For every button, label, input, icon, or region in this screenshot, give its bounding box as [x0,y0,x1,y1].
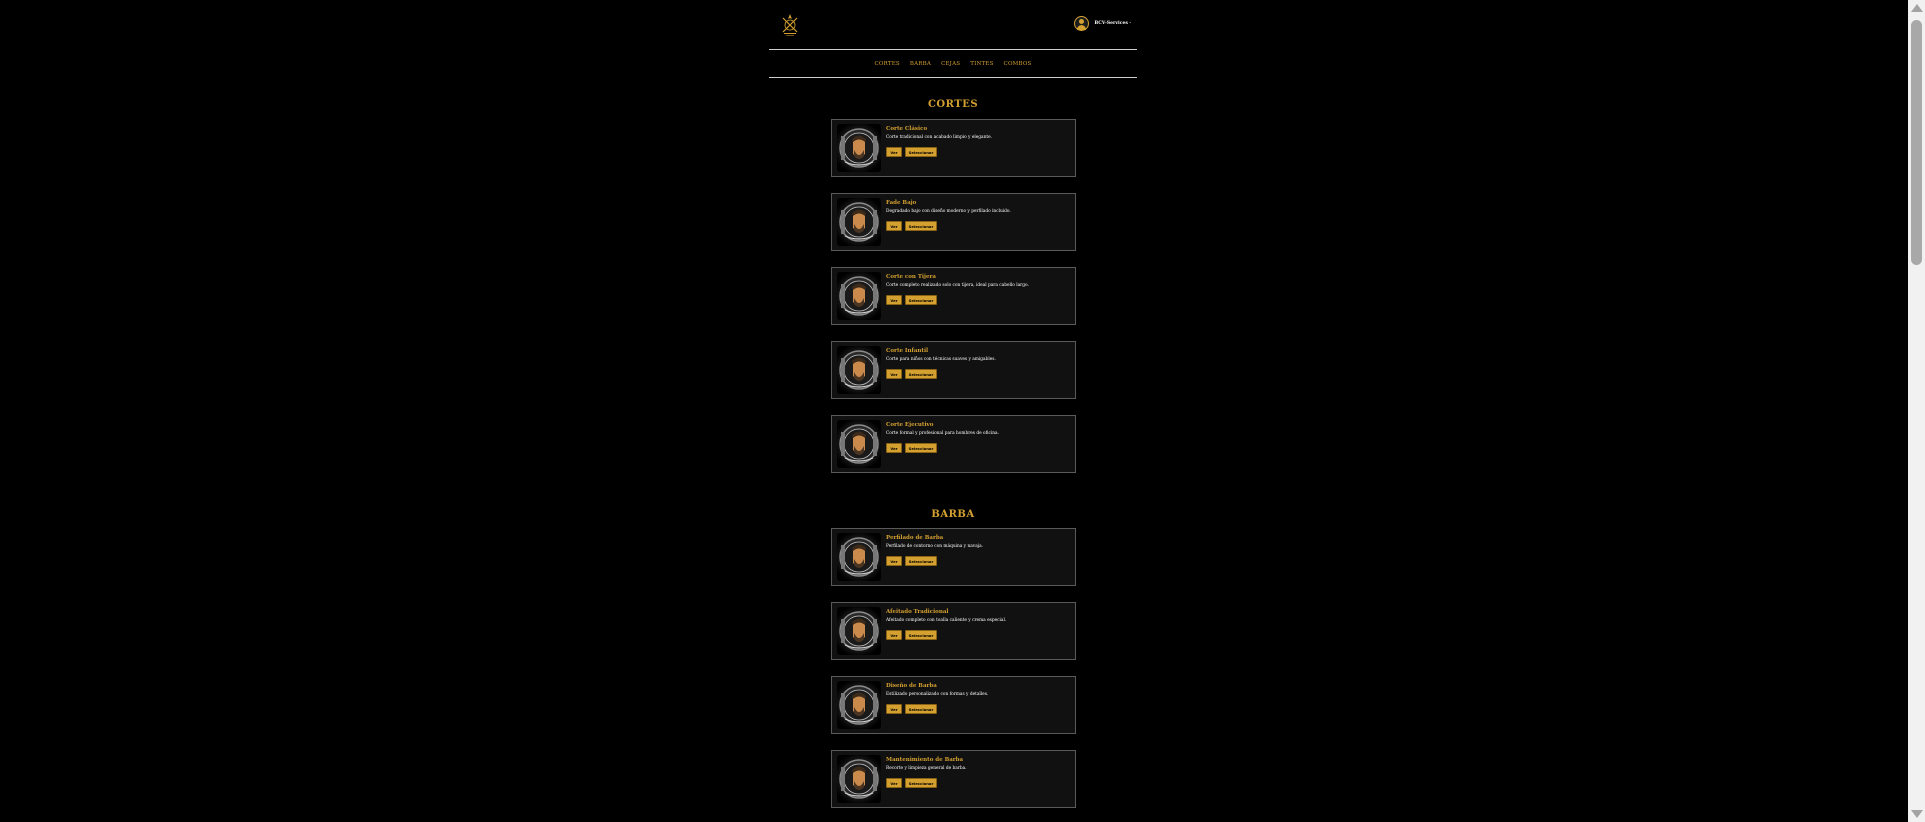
select-button[interactable]: Seleccionar [905,147,937,157]
category-nav: CORTES BARBA CEJAS TINTES COMBOS [769,50,1137,78]
service-card: Afeitado Tradicional Afeitado completo c… [831,602,1076,660]
service-card: Fade Bajo Degradado bajo con diseño mode… [831,193,1076,251]
header: BCV-Services · [769,0,1137,50]
select-button[interactable]: Seleccionar [905,778,937,788]
service-card: Corte Infantil Corte para niños con técn… [831,341,1076,399]
service-card: Diseño de Barba Estilizado personalizado… [831,676,1076,734]
select-button[interactable]: Seleccionar [905,704,937,714]
select-button[interactable]: Seleccionar [905,295,937,305]
service-description: Estilizado personalizado con formas y de… [886,692,989,697]
nav-item-cejas[interactable]: CEJAS [941,61,960,67]
view-button[interactable]: Ver [886,295,902,305]
nav-item-cortes[interactable]: CORTES [874,61,899,67]
service-title: Corte Ejecutivo [886,422,934,428]
service-description: Degradado bajo con diseño moderno y perf… [886,209,1011,214]
select-button[interactable]: Seleccionar [905,369,937,379]
logo-icon[interactable] [775,12,805,38]
barber-emblem-image [837,346,881,394]
barber-emblem-image [837,755,881,803]
service-description: Afeitado completo con toalla caliente y … [886,618,1007,623]
scroll-down-icon[interactable] [1911,810,1923,818]
service-card: Mantenimiento de Barba Recorte y limpiez… [831,750,1076,808]
service-title: Corte Clásico [886,126,928,132]
view-button[interactable]: Ver [886,147,902,157]
view-button[interactable]: Ver [886,221,902,231]
nav-item-combos[interactable]: COMBOS [1004,61,1032,67]
select-button[interactable]: Seleccionar [905,221,937,231]
section-title-cortes: CORTES [927,99,979,110]
service-description: Corte tradicional con acabado limpio y e… [886,135,993,140]
select-button[interactable]: Seleccionar [905,556,937,566]
service-title: Corte Infantil [886,348,929,354]
barber-emblem-image [837,272,881,320]
page-container: BCV-Services · CORTES BARBA CEJAS TINTES… [769,0,1137,808]
scrollbar[interactable] [1908,0,1925,822]
service-description: Corte completo realizado solo con tijera… [886,283,1029,288]
service-card: Corte Ejecutivo Corte formal y profesion… [831,415,1076,473]
service-description: Corte para niños con técnicas suaves y a… [886,357,996,362]
select-button[interactable]: Seleccionar [905,630,937,640]
service-title: Corte con Tijera [886,274,936,280]
user-avatar-icon[interactable] [1074,16,1090,31]
service-description: Perfilado de contorno con máquina y nava… [886,544,984,549]
barber-emblem-image [837,607,881,655]
scroll-thumb[interactable] [1911,20,1922,265]
service-card: Perfilado de Barba Perfilado de contorno… [831,528,1076,586]
barber-emblem-image [837,533,881,581]
view-button[interactable]: Ver [886,369,902,379]
view-button[interactable]: Ver [886,630,902,640]
scroll-up-icon[interactable] [1911,4,1923,12]
service-card: Corte Clásico Corte tradicional con acab… [831,119,1076,177]
barber-emblem-image [837,198,881,246]
service-card: Corte con Tijera Corte completo realizad… [831,267,1076,325]
view-button[interactable]: Ver [886,556,902,566]
view-button[interactable]: Ver [886,704,902,714]
service-description: Corte formal y profesional para hombres … [886,431,999,436]
service-title: Afeitado Tradicional [886,609,949,615]
service-title: Mantenimiento de Barba [886,757,964,763]
service-title: Perfilado de Barba [886,535,944,541]
barber-emblem-image [837,681,881,729]
select-button[interactable]: Seleccionar [905,443,937,453]
barber-emblem-image [837,124,881,172]
service-description: Recorte y limpieza general de barba. [886,766,967,771]
service-title: Fade Bajo [886,200,917,206]
barber-emblem-image [837,420,881,468]
nav-item-barba[interactable]: BARBA [910,61,931,67]
user-name[interactable]: BCV-Services · [1094,21,1131,26]
nav-item-tintes[interactable]: TINTES [970,61,993,67]
view-button[interactable]: Ver [886,778,902,788]
service-title: Diseño de Barba [886,683,937,689]
view-button[interactable]: Ver [886,443,902,453]
user-menu[interactable]: BCV-Services · [1074,16,1131,31]
section-title-barba: BARBA [931,509,975,520]
